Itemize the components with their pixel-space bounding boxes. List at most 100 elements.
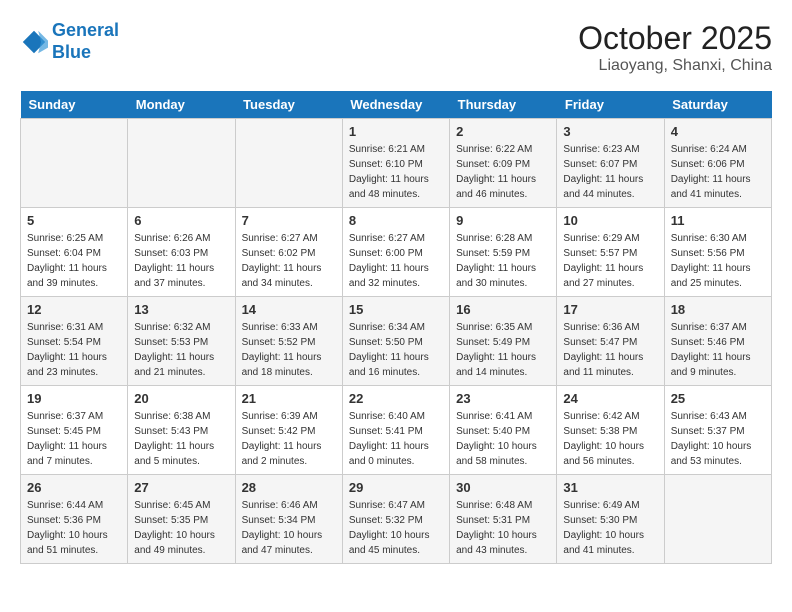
calendar-cell: 7Sunrise: 6:27 AM Sunset: 6:02 PM Daylig… — [235, 208, 342, 297]
day-number: 22 — [349, 391, 443, 406]
calendar-cell: 4 Sunrise: 6:24 AM Sunset: 6:06 PM Daylig… — [664, 119, 771, 208]
day-number: 1 — [349, 124, 443, 139]
calendar-cell: 3Sunrise: 6:23 AM Sunset: 6:07 PM Daylig… — [557, 119, 664, 208]
day-number: 18 — [671, 302, 765, 317]
day-info: Sunrise: 6:27 AM Sunset: 6:02 PM Dayligh… — [242, 231, 336, 291]
day-info: Sunrise: 6:42 AM Sunset: 5:38 PM Dayligh… — [563, 409, 657, 469]
day-info: Sunrise: 6:48 AM Sunset: 5:31 PM Dayligh… — [456, 498, 550, 558]
day-number: 21 — [242, 391, 336, 406]
day-number: 2 — [456, 124, 550, 139]
day-number: 8 — [349, 213, 443, 228]
calendar-cell: 30 Sunrise: 6:48 AM Sunset: 5:31 PM Dayli… — [450, 475, 557, 564]
day-info: Sunrise: 6:44 AM Sunset: 5:36 PM Dayligh… — [27, 498, 121, 558]
day-info: Sunrise: 6:41 AM Sunset: 5:40 PM Dayligh… — [456, 409, 550, 469]
day-number: 9 — [456, 213, 550, 228]
calendar-cell: 16 Sunrise: 6:35 AM Sunset: 5:49 PM Dayli… — [450, 297, 557, 386]
day-info: Sunrise: 6:24 AM Sunset: 6:06 PM Dayligh… — [671, 142, 765, 202]
day-info: Sunrise: 6:34 AM Sunset: 5:50 PM Dayligh… — [349, 320, 443, 380]
day-info: Sunrise: 6:39 AM Sunset: 5:42 PM Dayligh… — [242, 409, 336, 469]
day-number: 6 — [134, 213, 228, 228]
day-info: Sunrise: 6:33 AM Sunset: 5:52 PM Dayligh… — [242, 320, 336, 380]
day-number: 3 — [563, 124, 657, 139]
day-number: 28 — [242, 480, 336, 495]
day-number: 29 — [349, 480, 443, 495]
day-info: Sunrise: 6:32 AM Sunset: 5:53 PM Dayligh… — [134, 320, 228, 380]
day-info: Sunrise: 6:28 AM Sunset: 5:59 PM Dayligh… — [456, 231, 550, 291]
day-info: Sunrise: 6:45 AM Sunset: 5:35 PM Dayligh… — [134, 498, 228, 558]
calendar-cell: 5Sunrise: 6:25 AM Sunset: 6:04 PM Daylig… — [21, 208, 128, 297]
day-number: 19 — [27, 391, 121, 406]
day-info: Sunrise: 6:35 AM Sunset: 5:49 PM Dayligh… — [456, 320, 550, 380]
day-info: Sunrise: 6:38 AM Sunset: 5:43 PM Dayligh… — [134, 409, 228, 469]
calendar-cell: 2 Sunrise: 6:22 AM Sunset: 6:09 PM Daylig… — [450, 119, 557, 208]
calendar-cell: 27 Sunrise: 6:45 AM Sunset: 5:35 PM Dayli… — [128, 475, 235, 564]
calendar-week-row: 5Sunrise: 6:25 AM Sunset: 6:04 PM Daylig… — [21, 208, 772, 297]
weekday-header-tuesday: Tuesday — [235, 91, 342, 119]
day-info: Sunrise: 6:25 AM Sunset: 6:04 PM Dayligh… — [27, 231, 121, 291]
weekday-header-wednesday: Wednesday — [342, 91, 449, 119]
calendar-cell: 18 Sunrise: 6:37 AM Sunset: 5:46 PM Dayli… — [664, 297, 771, 386]
calendar-week-row: 26 Sunrise: 6:44 AM Sunset: 5:36 PM Dayli… — [21, 475, 772, 564]
day-number: 31 — [563, 480, 657, 495]
day-number: 27 — [134, 480, 228, 495]
day-info: Sunrise: 6:26 AM Sunset: 6:03 PM Dayligh… — [134, 231, 228, 291]
day-number: 4 — [671, 124, 765, 139]
calendar-cell: 22 Sunrise: 6:40 AM Sunset: 5:41 PM Dayli… — [342, 386, 449, 475]
calendar-cell: 29Sunrise: 6:47 AM Sunset: 5:32 PM Dayli… — [342, 475, 449, 564]
day-info: Sunrise: 6:46 AM Sunset: 5:34 PM Dayligh… — [242, 498, 336, 558]
day-info: Sunrise: 6:29 AM Sunset: 5:57 PM Dayligh… — [563, 231, 657, 291]
location: Liaoyang, Shanxi, China — [578, 57, 772, 75]
day-number: 15 — [349, 302, 443, 317]
calendar-cell: 21 Sunrise: 6:39 AM Sunset: 5:42 PM Dayli… — [235, 386, 342, 475]
day-number: 24 — [563, 391, 657, 406]
calendar-cell — [664, 475, 771, 564]
day-info: Sunrise: 6:37 AM Sunset: 5:46 PM Dayligh… — [671, 320, 765, 380]
day-number: 14 — [242, 302, 336, 317]
weekday-header-friday: Friday — [557, 91, 664, 119]
weekday-header-monday: Monday — [128, 91, 235, 119]
weekday-header-sunday: Sunday — [21, 91, 128, 119]
calendar-cell: 12 Sunrise: 6:31 AM Sunset: 5:54 PM Dayli… — [21, 297, 128, 386]
day-info: Sunrise: 6:40 AM Sunset: 5:41 PM Dayligh… — [349, 409, 443, 469]
calendar-table: SundayMondayTuesdayWednesdayThursdayFrid… — [20, 91, 772, 564]
day-info: Sunrise: 6:37 AM Sunset: 5:45 PM Dayligh… — [27, 409, 121, 469]
weekday-header-thursday: Thursday — [450, 91, 557, 119]
day-info: Sunrise: 6:21 AM Sunset: 6:10 PM Dayligh… — [349, 142, 443, 202]
day-info: Sunrise: 6:30 AM Sunset: 5:56 PM Dayligh… — [671, 231, 765, 291]
calendar-cell: 25Sunrise: 6:43 AM Sunset: 5:37 PM Dayli… — [664, 386, 771, 475]
day-number: 10 — [563, 213, 657, 228]
day-number: 26 — [27, 480, 121, 495]
calendar-cell — [21, 119, 128, 208]
day-number: 25 — [671, 391, 765, 406]
calendar-week-row: 1 Sunrise: 6:21 AM Sunset: 6:10 PM Daylig… — [21, 119, 772, 208]
calendar-cell: 23Sunrise: 6:41 AM Sunset: 5:40 PM Dayli… — [450, 386, 557, 475]
calendar-cell: 8Sunrise: 6:27 AM Sunset: 6:00 PM Daylig… — [342, 208, 449, 297]
day-info: Sunrise: 6:49 AM Sunset: 5:30 PM Dayligh… — [563, 498, 657, 558]
calendar-cell: 31 Sunrise: 6:49 AM Sunset: 5:30 PM Dayli… — [557, 475, 664, 564]
calendar-cell — [128, 119, 235, 208]
calendar-cell: 11Sunrise: 6:30 AM Sunset: 5:56 PM Dayli… — [664, 208, 771, 297]
calendar-cell: 26 Sunrise: 6:44 AM Sunset: 5:36 PM Dayli… — [21, 475, 128, 564]
page-header: General Blue October 2025 Liaoyang, Shan… — [20, 20, 772, 75]
calendar-cell: 15 Sunrise: 6:34 AM Sunset: 5:50 PM Dayli… — [342, 297, 449, 386]
calendar-week-row: 19 Sunrise: 6:37 AM Sunset: 5:45 PM Dayli… — [21, 386, 772, 475]
day-info: Sunrise: 6:31 AM Sunset: 5:54 PM Dayligh… — [27, 320, 121, 380]
calendar-week-row: 12 Sunrise: 6:31 AM Sunset: 5:54 PM Dayli… — [21, 297, 772, 386]
logo: General Blue — [20, 20, 119, 63]
calendar-cell: 13 Sunrise: 6:32 AM Sunset: 5:53 PM Dayli… — [128, 297, 235, 386]
day-info: Sunrise: 6:22 AM Sunset: 6:09 PM Dayligh… — [456, 142, 550, 202]
calendar-cell: 19 Sunrise: 6:37 AM Sunset: 5:45 PM Dayli… — [21, 386, 128, 475]
weekday-header-row: SundayMondayTuesdayWednesdayThursdayFrid… — [21, 91, 772, 119]
calendar-cell: 24 Sunrise: 6:42 AM Sunset: 5:38 PM Dayli… — [557, 386, 664, 475]
day-number: 13 — [134, 302, 228, 317]
calendar-cell: 14 Sunrise: 6:33 AM Sunset: 5:52 PM Dayli… — [235, 297, 342, 386]
day-number: 30 — [456, 480, 550, 495]
weekday-header-saturday: Saturday — [664, 91, 771, 119]
logo-icon — [20, 28, 48, 56]
month-title: October 2025 — [578, 20, 772, 57]
day-number: 16 — [456, 302, 550, 317]
title-block: October 2025 Liaoyang, Shanxi, China — [578, 20, 772, 75]
day-number: 12 — [27, 302, 121, 317]
calendar-cell: 28 Sunrise: 6:46 AM Sunset: 5:34 PM Dayli… — [235, 475, 342, 564]
day-number: 17 — [563, 302, 657, 317]
